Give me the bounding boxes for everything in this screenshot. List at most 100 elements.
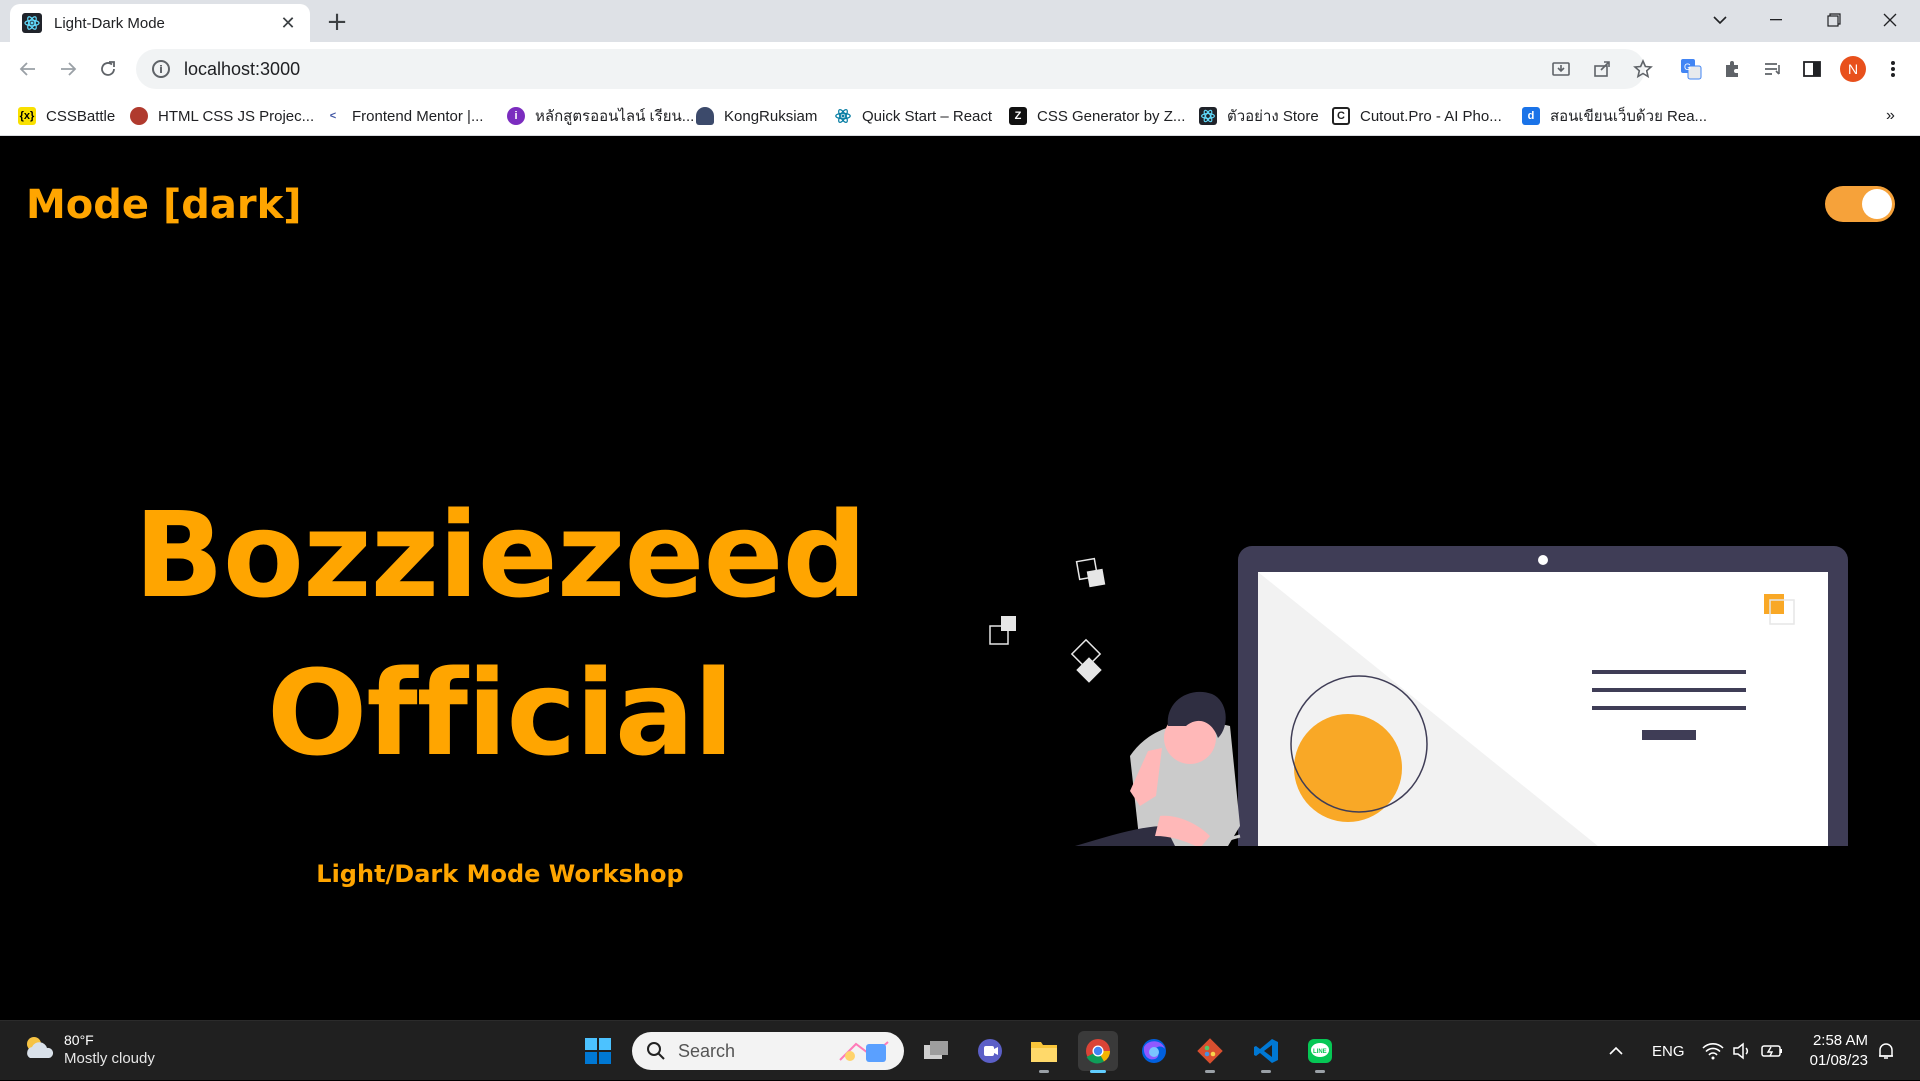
reload-icon[interactable] bbox=[93, 54, 123, 84]
running-indicator bbox=[1261, 1070, 1271, 1073]
bookmark-label: Frontend Mentor |... bbox=[352, 107, 484, 125]
bookmark-star-icon[interactable] bbox=[1630, 56, 1656, 82]
browser-toolbar: i localhost:3000 G N bbox=[0, 42, 1920, 96]
windows-taskbar: 80°F Mostly cloudy Search LINE ENG 2:58 … bbox=[0, 1020, 1920, 1080]
forward-icon[interactable] bbox=[53, 54, 83, 84]
clock-date: 01/08/23 bbox=[1809, 1052, 1868, 1069]
weather-temperature: 80°F bbox=[64, 1032, 94, 1048]
bookmark-label: หลักสูตรออนไลน์ เรียน... bbox=[535, 108, 695, 125]
volume-icon[interactable] bbox=[1732, 1021, 1752, 1081]
reading-list-icon[interactable] bbox=[1760, 56, 1786, 82]
translate-icon[interactable]: G bbox=[1678, 56, 1704, 82]
weather-widget[interactable]: 80°F Mostly cloudy bbox=[22, 1031, 155, 1069]
start-icon[interactable] bbox=[578, 1031, 618, 1071]
laptop bbox=[1238, 546, 1848, 846]
new-tab-button[interactable]: + bbox=[322, 8, 352, 36]
notification-bell-icon[interactable] bbox=[1876, 1021, 1896, 1081]
hero-heading: Bozziezeed Official bbox=[100, 476, 900, 792]
minimize-icon[interactable] bbox=[1748, 0, 1804, 40]
running-indicator bbox=[1090, 1070, 1106, 1073]
firefox-icon[interactable] bbox=[1134, 1031, 1174, 1071]
bookmark-label: KongRuksiam bbox=[724, 107, 818, 125]
side-panel-icon[interactable] bbox=[1799, 56, 1825, 82]
vscode-icon[interactable] bbox=[1246, 1031, 1286, 1073]
kongruksiam-icon bbox=[696, 107, 714, 125]
floating-squares-decoration bbox=[989, 557, 1106, 683]
search-icon bbox=[646, 1041, 666, 1061]
chrome-icon[interactable] bbox=[1078, 1031, 1118, 1073]
line-icon[interactable]: LINE bbox=[1300, 1031, 1340, 1073]
extensions-icon[interactable] bbox=[1719, 56, 1745, 82]
svg-text:G: G bbox=[1684, 62, 1691, 72]
page-subtitle: Light/Dark Mode Workshop bbox=[316, 860, 684, 888]
back-icon[interactable] bbox=[13, 54, 43, 84]
bookmark-label: HTML CSS JS Projec... bbox=[158, 107, 315, 125]
language-indicator[interactable]: ENG bbox=[1652, 1021, 1685, 1081]
search-highlight-icon bbox=[836, 1036, 892, 1066]
react-icon bbox=[22, 13, 42, 33]
file-explorer-icon[interactable] bbox=[1024, 1031, 1064, 1073]
clock-time: 2:58 AM bbox=[1812, 1032, 1868, 1049]
bookmark-item[interactable]: ตัวอย่าง Store bbox=[1199, 96, 1319, 136]
profile-avatar[interactable]: N bbox=[1840, 56, 1866, 82]
svg-text:LINE: LINE bbox=[1313, 1049, 1327, 1055]
bookmark-item[interactable]: {x} CSSBattle bbox=[18, 96, 115, 136]
git-icon[interactable] bbox=[1190, 1031, 1230, 1073]
cutout-icon: C bbox=[1332, 107, 1350, 125]
bookmark-item[interactable]: i หลักสูตรออนไลน์ เรียน... bbox=[507, 96, 694, 136]
bookmark-item[interactable]: d สอนเขียนเว็บด้วย Rea... bbox=[1522, 96, 1707, 136]
bookmarks-bar: {x} CSSBattle HTML CSS JS Projec... < Fr… bbox=[0, 96, 1920, 136]
page-content: Mode [dark] Bozziezeed Official Light/Da… bbox=[0, 136, 1920, 1020]
bookmark-label: Cutout.Pro - AI Pho... bbox=[1360, 107, 1502, 125]
bookmarks-overflow-button[interactable]: » bbox=[1886, 96, 1895, 136]
tab-strip: Light-Dark Mode ✕ + bbox=[0, 0, 1920, 42]
taskbar-search[interactable]: Search bbox=[632, 1032, 904, 1070]
taskbar-clock[interactable]: 2:58 AM 01/08/23 bbox=[1800, 1031, 1868, 1071]
tab-search-icon[interactable] bbox=[1692, 0, 1748, 40]
bookmark-item[interactable]: HTML CSS JS Projec... bbox=[130, 96, 314, 136]
toggle-knob bbox=[1862, 189, 1892, 219]
bookmark-item[interactable]: C Cutout.Pro - AI Pho... bbox=[1332, 96, 1502, 136]
bookmark-item[interactable]: Quick Start – React bbox=[834, 96, 992, 136]
running-indicator bbox=[1315, 1070, 1325, 1073]
running-indicator bbox=[1039, 1070, 1049, 1073]
close-tab-icon[interactable]: ✕ bbox=[278, 13, 298, 34]
restore-icon[interactable] bbox=[1806, 0, 1862, 40]
wifi-icon[interactable] bbox=[1702, 1021, 1724, 1081]
dark-mode-toggle[interactable] bbox=[1825, 186, 1895, 222]
person-figure bbox=[1075, 691, 1241, 846]
frontend-mentor-icon: < bbox=[324, 107, 342, 125]
install-app-icon[interactable] bbox=[1548, 56, 1574, 82]
bookmark-item[interactable]: Z CSS Generator by Z... bbox=[1009, 96, 1185, 136]
teams-icon[interactable] bbox=[970, 1031, 1010, 1071]
html-project-icon bbox=[130, 107, 148, 125]
react-icon bbox=[1199, 107, 1217, 125]
cloudy-weather-icon bbox=[22, 1034, 56, 1067]
url-text: localhost:3000 bbox=[184, 58, 301, 79]
weather-condition: Mostly cloudy bbox=[64, 1050, 155, 1067]
react-icon bbox=[834, 107, 852, 125]
bookmark-label: สอนเขียนเว็บด้วย Rea... bbox=[1550, 108, 1708, 125]
bookmark-item[interactable]: < Frontend Mentor |... bbox=[324, 96, 483, 136]
task-view-icon[interactable] bbox=[916, 1031, 956, 1071]
tray-overflow-chevron-icon[interactable] bbox=[1608, 1021, 1624, 1081]
tab-title: Light-Dark Mode bbox=[54, 14, 165, 32]
site-info-icon[interactable]: i bbox=[152, 60, 170, 78]
mode-title: Mode [dark] bbox=[26, 182, 302, 228]
battery-icon[interactable] bbox=[1760, 1021, 1784, 1081]
bookmark-item[interactable]: KongRuksiam bbox=[696, 96, 817, 136]
laptop-illustration bbox=[989, 546, 1848, 846]
share-icon[interactable] bbox=[1589, 56, 1615, 82]
close-window-icon[interactable] bbox=[1862, 0, 1918, 40]
tutorial-icon: d bbox=[1522, 107, 1540, 125]
browser-tab[interactable]: Light-Dark Mode ✕ bbox=[10, 4, 310, 42]
bookmark-label: Quick Start – React bbox=[862, 107, 993, 125]
bookmark-label: CSSBattle bbox=[46, 107, 116, 125]
running-indicator bbox=[1205, 1070, 1215, 1073]
bookmark-label: CSS Generator by Z... bbox=[1037, 107, 1186, 125]
cssbattle-icon: {x} bbox=[18, 107, 36, 125]
menu-kebab-icon[interactable] bbox=[1880, 56, 1906, 82]
address-bar[interactable]: i localhost:3000 bbox=[136, 49, 1645, 89]
css-generator-icon: Z bbox=[1009, 107, 1027, 125]
bookmark-label: ตัวอย่าง Store bbox=[1227, 108, 1319, 125]
